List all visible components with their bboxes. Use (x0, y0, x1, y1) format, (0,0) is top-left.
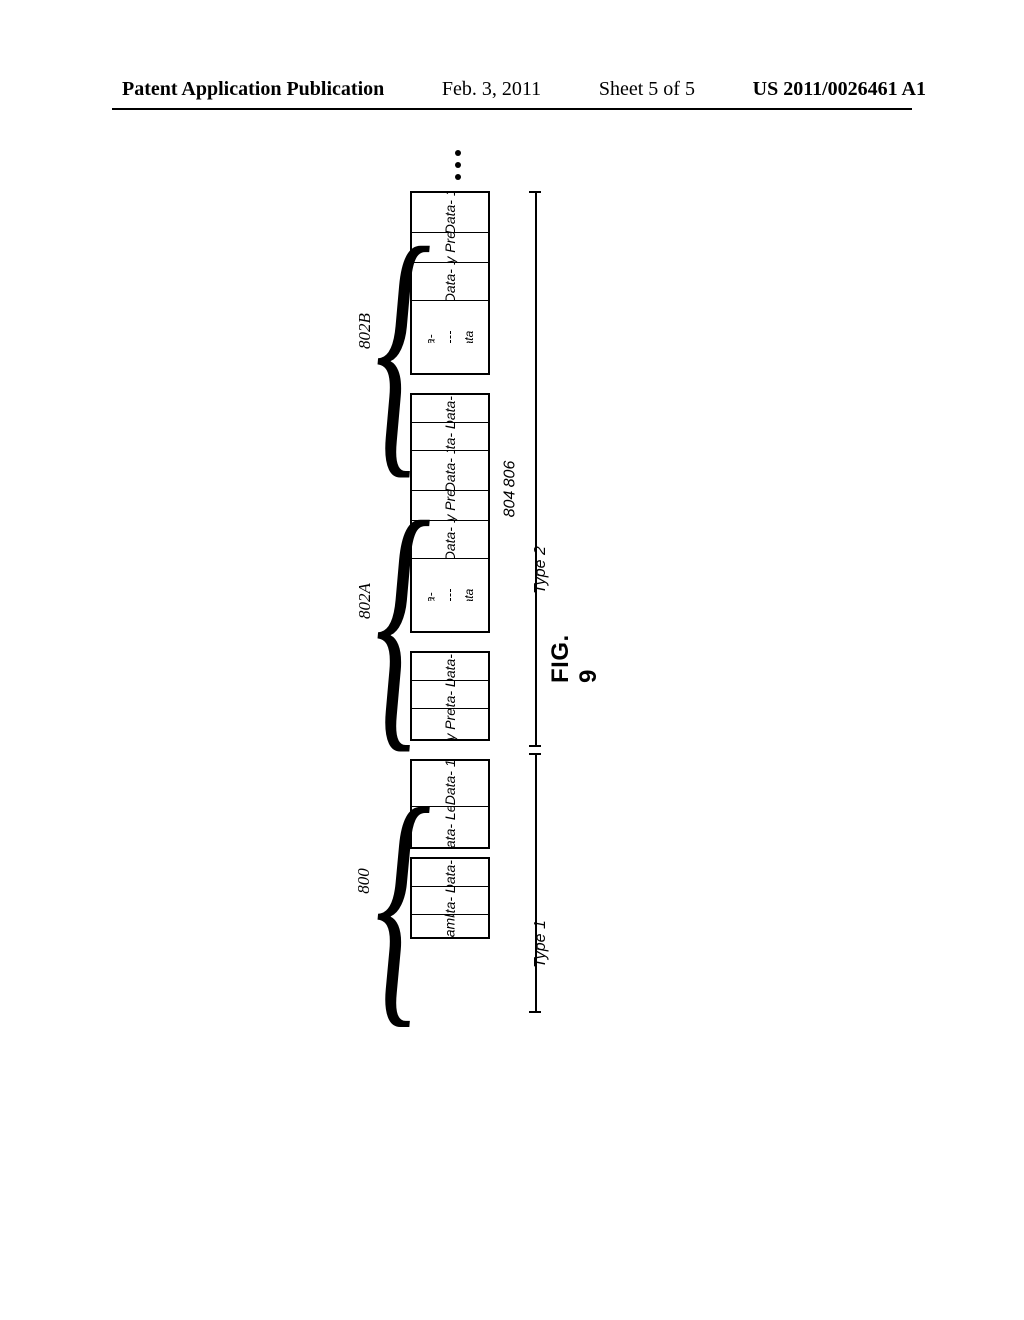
header-date: Feb. 3, 2011 (442, 78, 541, 101)
ref-802b: 802B (355, 313, 375, 349)
figure-9: { 802B { 802A { 800 806 804 Type 2 Type … (285, 155, 565, 1035)
header-publication: Patent Application Publication (122, 78, 384, 101)
frame-800-dl: DL Data- 16m DL Data- Legacy Preamble* (410, 857, 490, 939)
callout-806: 806 (497, 465, 524, 483)
type1-bar: Type 1 (525, 753, 545, 1013)
frame-802b-sub2: UL Data- 16m Legacy Preamble DL Data- 16… (410, 191, 490, 375)
figure-caption: FIG. 9 (547, 634, 603, 683)
header-divider (112, 108, 912, 110)
ref-800: 800 (354, 868, 374, 894)
continuation-ellipsis (455, 150, 461, 186)
frame-802b-sub1: DL Data- 16m DL Data- Legacy UL Data- 16… (410, 393, 490, 633)
header-docnum: US 2011/0026461 A1 (753, 78, 926, 101)
frame-802a: DL Data- 16m DL Data- Legacy Legacy Prea… (410, 651, 490, 741)
frame-800: UL Data- 16m UL Data- Legacy (410, 759, 490, 849)
type2-bar: Type 2 (525, 191, 545, 747)
ref-802a: 802A (355, 583, 375, 619)
callout-804: 804 (497, 495, 524, 513)
header-sheet: Sheet 5 of 5 (599, 78, 695, 101)
